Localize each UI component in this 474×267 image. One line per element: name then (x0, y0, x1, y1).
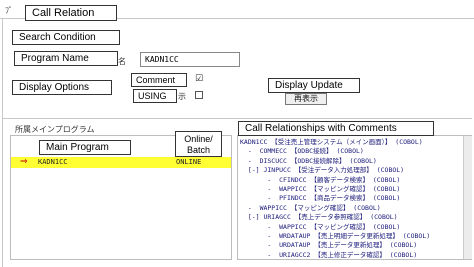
window-title: ﾌﾟ (5, 6, 13, 15)
tree-scrollbar[interactable] (463, 136, 472, 259)
tree-node[interactable]: - CFINDCC 【顧客データ検索】 (COBOL) (240, 176, 430, 185)
call-tree: KADN1CC 【受注売上管理システム（メイン画面）】 (COBOL) - CO… (240, 138, 430, 260)
tree-node[interactable]: KADN1CC 【受注売上管理システム（メイン画面）】 (COBOL) (240, 138, 430, 147)
comment-checkbox[interactable]: ☑ (195, 75, 203, 84)
selected-arrow-icon: ⇒ (20, 157, 28, 167)
main-program-panel-header: 所属メインプログラム (15, 125, 95, 134)
callout-main-program: Main Program (39, 140, 131, 155)
tree-node[interactable]: - PFINDCC 【商品データ検索】 (COBOL) (240, 194, 430, 203)
tree-node[interactable]: - URDATAUP 【売上データ更新処理】 (COBOL) (240, 241, 430, 250)
callout-search-condition: Search Condition (12, 30, 120, 45)
callout-program-name: Program Name (14, 51, 118, 66)
tree-node[interactable]: - URIAGCC2 【売上修正データ確認】 (COBOL) (240, 251, 430, 260)
program-name-label-tail: 名 (118, 57, 126, 66)
main-program-mode: ONLINE (176, 158, 202, 166)
tree-node[interactable]: - DISCUCC 【ODBC接続解除】 (COBOL) (240, 157, 430, 166)
program-name-input[interactable]: KADN1CC (140, 52, 240, 67)
tree-node[interactable]: - WAPPICC 【マッピング確認】 (COBOL) (240, 204, 430, 213)
frame-left-rule (2, 18, 3, 267)
callout-using: USING (133, 89, 177, 103)
callout-display-options: Display Options (12, 80, 112, 95)
search-section-rule (2, 118, 472, 119)
tree-node[interactable]: - WRDATAUP 【売上明細データ更新処理】 (COBOL) (240, 232, 430, 241)
callout-call-relationships: Call Relationships with Comments (238, 121, 434, 136)
callout-display-update: Display Update (268, 78, 360, 93)
redisplay-button[interactable]: 再表示 (285, 93, 327, 105)
tree-node[interactable]: - WAPPICC 【マッピング確認】 (COBOL) (240, 185, 430, 194)
callout-online-batch: Online/ Batch (175, 131, 222, 157)
using-label-tail: 示 (178, 92, 186, 101)
tree-node[interactable]: - WAPPICC 【マッピング確認】 (COBOL) (240, 223, 430, 232)
tree-node[interactable]: [-] URIAGCC 【売上データ参照確認】 (COBOL) (240, 213, 430, 222)
callout-call-relation: Call Relation (25, 5, 117, 21)
callout-online-batch-line2: Batch (186, 145, 210, 155)
tree-node[interactable]: [-] JINPUCC 【受注データ入力処理部】 (COBOL) (240, 166, 430, 175)
callout-comment: Comment (131, 73, 187, 87)
callout-online-batch-line1: Online/ (184, 134, 213, 144)
main-program-name: KADN1CC (38, 158, 68, 166)
using-checkbox[interactable] (195, 91, 203, 99)
tree-node[interactable]: - COMMECC 【ODBC接続】 (COBOL) (240, 147, 430, 156)
